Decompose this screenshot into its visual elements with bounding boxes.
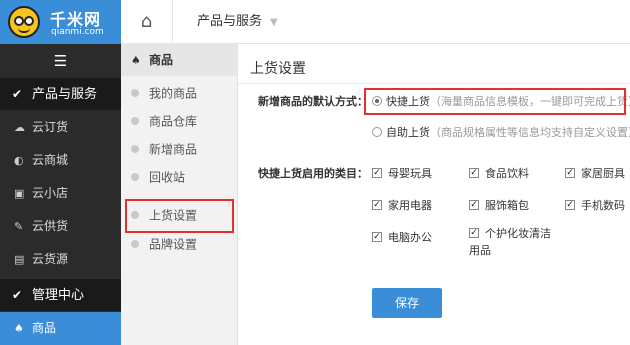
top-bar: ⌂ 产品与服务 ▼ bbox=[121, 0, 630, 44]
category-label: 母婴玩具 bbox=[388, 167, 432, 180]
category-checkbox-baby-toys[interactable]: ✓ 母婴玩具 bbox=[372, 165, 432, 181]
sidebar-item-cloud-mall[interactable]: ◐ 云商城 bbox=[0, 144, 121, 177]
bullet-icon bbox=[131, 88, 139, 97]
nav-group-products-services[interactable]: ✔ 产品与服务 bbox=[0, 78, 121, 110]
checkbox-checked-icon: ✓ bbox=[565, 168, 575, 178]
main-sidebar: 千米网 qianmi.com ☰ ✔ 产品与服务 ☁ 云订货 ◐ 云商城 ▣ 云小店 ✎… bbox=[0, 0, 121, 345]
hamburger-icon: ☰ bbox=[53, 52, 68, 70]
sidebar-item-label: 商品 bbox=[32, 321, 57, 335]
checkbox-checked-icon: ✓ bbox=[469, 200, 479, 210]
radio-self-listing[interactable]: 自助上货（商品规格属性等信息均支持自定义设置） bbox=[372, 124, 630, 140]
sidebar-item-label: 云商城 bbox=[32, 153, 69, 167]
caret-down-icon: ▼ bbox=[270, 17, 278, 28]
category-checkbox-food[interactable]: ✓ 食品饮料 bbox=[469, 165, 529, 181]
checkbox-checked-icon: ✓ bbox=[372, 200, 382, 210]
category-label: 家居厨具 bbox=[581, 167, 625, 180]
category-label: 电脑办公 bbox=[388, 231, 432, 244]
checkbox-checked-icon: ✓ bbox=[372, 232, 382, 242]
subnav-label: 我的商品 bbox=[149, 86, 198, 101]
sub-sidebar-header: ♠ 商品 bbox=[121, 44, 238, 76]
subnav-item-my-goods[interactable]: 我的商品 bbox=[121, 79, 238, 107]
sidebar-item-label: 云货源 bbox=[32, 252, 69, 266]
nav-group-label: 产品与服务 bbox=[32, 87, 98, 102]
bullet-icon bbox=[131, 239, 139, 248]
category-label: 服饰箱包 bbox=[485, 199, 529, 212]
chevron-down-icon: ✔ bbox=[12, 87, 23, 101]
radio-unchecked-icon bbox=[372, 127, 382, 137]
subnav-item-brand-settings[interactable]: 品牌设置 bbox=[121, 230, 238, 258]
highlight-box bbox=[364, 88, 626, 115]
logo-domain: qianmi.com bbox=[51, 27, 104, 37]
checkbox-checked-icon: ✓ bbox=[469, 168, 479, 178]
logo-mascot-icon bbox=[8, 6, 40, 38]
category-label: 食品饮料 bbox=[485, 167, 529, 180]
logo[interactable]: 千米网 qianmi.com bbox=[0, 0, 121, 44]
checkbox-checked-icon: ✓ bbox=[372, 168, 382, 178]
cloud-supply-icon: ✎ bbox=[14, 220, 24, 233]
cloud-shop-icon: ▣ bbox=[14, 187, 25, 200]
highlight-box bbox=[125, 199, 234, 233]
subnav-item-add-goods[interactable]: 新增商品 bbox=[121, 135, 238, 163]
sidebar-item-goods[interactable]: ♠ 商品 bbox=[0, 312, 121, 345]
home-icon: ⌂ bbox=[140, 11, 153, 32]
save-button[interactable]: 保存 bbox=[372, 288, 442, 318]
category-label: 个护化妆清洁用品 bbox=[469, 227, 551, 257]
subnav-label: 回收站 bbox=[149, 170, 186, 185]
sidebar-item-label: 云小店 bbox=[32, 186, 69, 200]
subnav-label: 新增商品 bbox=[149, 142, 198, 157]
radio-hint: （商品规格属性等信息均支持自定义设置） bbox=[430, 126, 630, 139]
cloud-order-icon: ☁ bbox=[14, 121, 25, 134]
sidebar-item-cloud-source[interactable]: ▤ 云货源 bbox=[0, 243, 121, 276]
sidebar-item-cloud-order[interactable]: ☁ 云订货 bbox=[0, 111, 121, 144]
default-mode-label: 新增商品的默认方式： bbox=[258, 95, 368, 108]
category-label: 手机数码 bbox=[581, 199, 625, 212]
checkbox-checked-icon: ✓ bbox=[469, 228, 479, 238]
category-checkbox-home-kitchen[interactable]: ✓ 家居厨具 bbox=[565, 165, 625, 181]
checkbox-checked-icon: ✓ bbox=[565, 200, 575, 210]
subnav-item-warehouse[interactable]: 商品仓库 bbox=[121, 107, 238, 135]
sidebar-item-cloud-supply[interactable]: ✎ 云供货 bbox=[0, 210, 121, 243]
cloud-mall-icon: ◐ bbox=[14, 154, 24, 167]
category-checkbox-mobile-digital[interactable]: ✓ 手机数码 bbox=[565, 197, 625, 213]
goods-icon: ♠ bbox=[14, 322, 24, 335]
menu-toggle-button[interactable]: ☰ bbox=[0, 44, 121, 78]
subnav-label: 商品仓库 bbox=[149, 114, 198, 129]
subnav-label: 品牌设置 bbox=[149, 237, 198, 252]
category-checkbox-computers[interactable]: ✓ 电脑办公 bbox=[372, 229, 432, 245]
top-menu-label: 产品与服务 bbox=[197, 14, 263, 29]
radio-label: 自助上货 bbox=[386, 126, 430, 139]
subnav-item-recycle-bin[interactable]: 回收站 bbox=[121, 163, 238, 191]
sidebar-item-label: 云供货 bbox=[32, 219, 69, 233]
top-menu-products-services[interactable]: 产品与服务 ▼ bbox=[197, 0, 278, 44]
chevron-down-icon: ✔ bbox=[12, 288, 23, 302]
bullet-icon bbox=[131, 172, 139, 181]
category-label: 家用电器 bbox=[388, 199, 432, 212]
nav-group-management[interactable]: ✔ 管理中心 bbox=[0, 279, 121, 311]
page-title: 上货设置 bbox=[250, 61, 306, 77]
title-divider bbox=[238, 83, 630, 84]
category-checkbox-appliances[interactable]: ✓ 家用电器 bbox=[372, 197, 432, 213]
home-button[interactable]: ⌂ bbox=[121, 0, 173, 44]
cloud-source-icon: ▤ bbox=[14, 253, 25, 266]
bullet-icon bbox=[131, 116, 139, 125]
category-checkbox-apparel[interactable]: ✓ 服饰箱包 bbox=[469, 197, 529, 213]
categories-label: 快捷上货启用的类目： bbox=[258, 167, 368, 180]
sidebar-item-cloud-shop[interactable]: ▣ 云小店 bbox=[0, 177, 121, 210]
goods-icon: ♠ bbox=[131, 54, 141, 67]
sidebar-item-label: 云订货 bbox=[32, 120, 69, 134]
nav-group-label: 管理中心 bbox=[32, 288, 85, 303]
bullet-icon bbox=[131, 144, 139, 153]
sub-sidebar: ♠ 商品 我的商品 商品仓库 新增商品 回收站 上货设置 品牌设置 bbox=[121, 44, 238, 345]
sub-sidebar-title: 商品 bbox=[149, 53, 174, 67]
category-checkbox-personal-care[interactable]: ✓ 个护化妆清洁用品 bbox=[469, 225, 559, 259]
